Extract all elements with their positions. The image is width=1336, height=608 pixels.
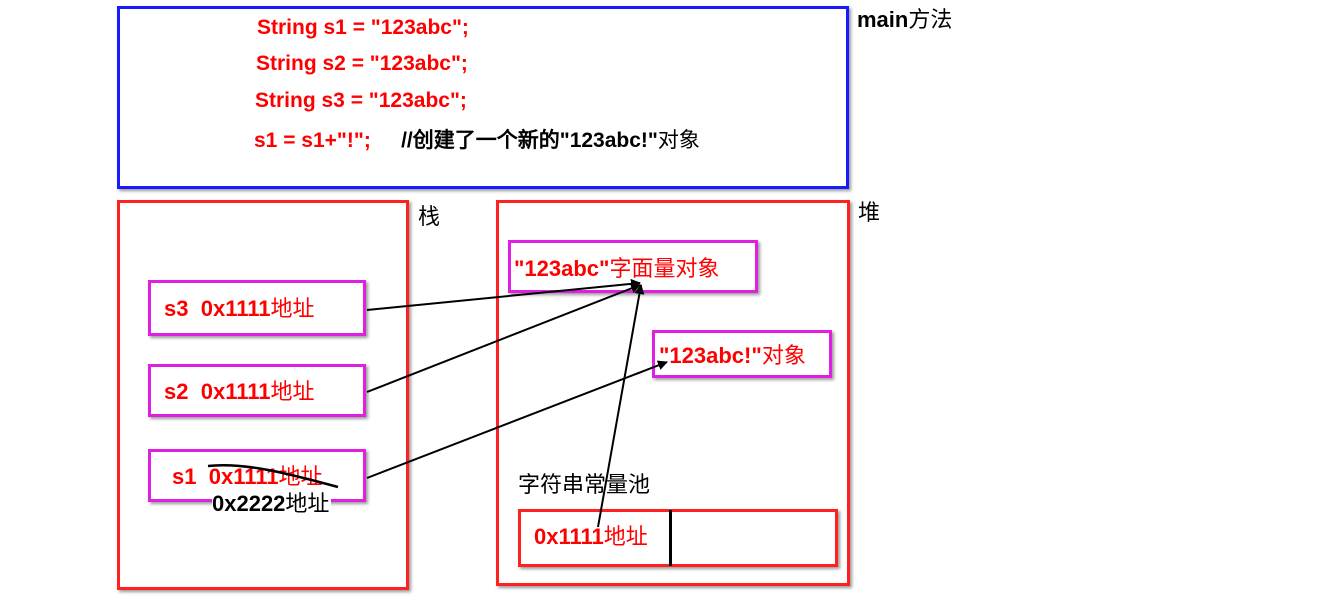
- arrow-s2-to-literal: [366, 283, 641, 393]
- arrow-s1-to-new-object: [366, 360, 668, 479]
- reference-arrows: [207, 278, 668, 528]
- strike-through-old-address: [207, 464, 339, 489]
- arrow-s3-to-literal: [366, 278, 641, 311]
- arrow-pool-to-literal: [597, 284, 645, 528]
